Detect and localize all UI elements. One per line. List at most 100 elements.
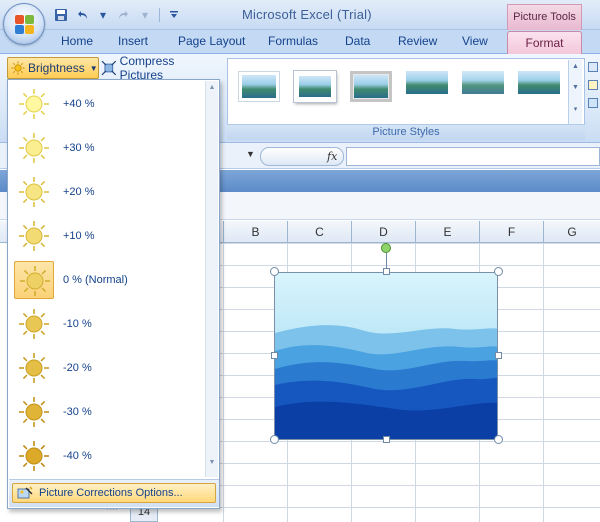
picture-tools-label: Picture Tools (507, 4, 582, 30)
resize-handle-right[interactable] (495, 352, 502, 359)
picture-style-thumb-5[interactable] (462, 71, 504, 102)
compress-pictures-button[interactable]: Compress Pictures (101, 54, 219, 82)
scroll-up-icon[interactable]: ▲ (206, 84, 218, 91)
column-header-e[interactable]: E (415, 221, 479, 243)
customize-qat-icon[interactable] (165, 6, 183, 24)
brightness-option-label: 0 % (Normal) (63, 274, 128, 286)
brightness-option[interactable]: 0 % (Normal) (12, 259, 207, 301)
brightness-option[interactable]: +40 % (12, 83, 207, 125)
brightness-dropdown: +40 % +30 % +20 % +10 % 0 % (Normal) -10 % -20… (7, 79, 220, 512)
compress-label: Compress Pictures (119, 54, 175, 82)
compress-icon (101, 60, 117, 76)
tab-view[interactable]: View (462, 34, 488, 48)
tab-page-layout[interactable]: Page Layout (178, 34, 245, 48)
ribbon-tab-row: Home Insert Page Layout Formulas Data Re… (0, 30, 600, 54)
sun-icon (14, 261, 54, 299)
chevron-down-icon: ▼ (89, 63, 98, 73)
resize-handle-top[interactable] (383, 268, 390, 275)
resize-handle-bottom-left[interactable] (270, 435, 279, 444)
brightness-option[interactable]: -20 % (12, 347, 207, 389)
brightness-option-label: -30 % (63, 406, 92, 418)
picture-style-thumb-1[interactable] (238, 71, 280, 102)
gallery-scrollbar[interactable]: ▲ ▼ ▾ (568, 60, 582, 124)
column-header-f[interactable]: F (479, 221, 543, 243)
insert-function-button[interactable]: fx (260, 147, 344, 166)
formula-input[interactable] (346, 147, 600, 166)
sun-icon (14, 393, 54, 431)
inserted-picture[interactable] (274, 272, 498, 440)
fx-label: fx (327, 150, 338, 163)
column-header-g[interactable]: G (543, 221, 600, 243)
brightness-option-label: +40 % (63, 98, 95, 110)
title-bar: ▾ ▾ Microsoft Excel (Trial) Picture Tool… (0, 0, 600, 30)
brightness-button[interactable]: Brightness ▼ (7, 57, 99, 79)
tab-formulas[interactable]: Formulas (268, 34, 318, 48)
scroll-down-icon[interactable]: ▼ (569, 84, 582, 91)
resize-handle-top-right[interactable] (494, 267, 503, 276)
picture-shape-icon[interactable] (588, 62, 598, 72)
undo-dropdown-icon[interactable]: ▾ (94, 6, 112, 24)
sun-icon (14, 173, 54, 211)
picture-style-thumb-4[interactable] (406, 71, 448, 102)
picture-styles-group-label: Picture Styles (227, 124, 585, 140)
resize-handle-left[interactable] (271, 352, 278, 359)
resize-handle-bottom[interactable] (383, 436, 390, 443)
picture-shape-tools (586, 58, 600, 126)
brightness-label: Brightness (28, 61, 85, 75)
brightness-option[interactable]: -40 % (12, 435, 207, 477)
rotate-handle[interactable] (381, 243, 391, 253)
rotate-connector (386, 252, 387, 269)
sun-icon (14, 129, 54, 167)
tab-data[interactable]: Data (345, 34, 370, 48)
picture-corrections-icon (17, 486, 33, 499)
brightness-option-label: +20 % (63, 186, 95, 198)
dropdown-scrollbar[interactable]: ▲ ▼ (205, 81, 218, 477)
brightness-icon (11, 61, 25, 75)
brightness-option[interactable]: -30 % (12, 391, 207, 433)
picture-styles-gallery (227, 58, 585, 126)
column-header-b[interactable]: B (223, 221, 287, 243)
qat-separator (159, 8, 160, 22)
tab-format[interactable]: Format (507, 31, 582, 54)
brightness-option[interactable]: +20 % (12, 171, 207, 213)
brightness-option[interactable]: +30 % (12, 127, 207, 169)
brightness-option-label: -10 % (63, 318, 92, 330)
undo-icon[interactable] (73, 6, 91, 24)
sun-icon (14, 305, 54, 343)
picture-effects-icon[interactable] (588, 98, 598, 108)
picture-style-thumb-6[interactable] (518, 71, 560, 102)
window-title: Microsoft Excel (Trial) (242, 7, 372, 22)
sun-icon (14, 437, 54, 475)
brightness-option[interactable]: -10 % (12, 303, 207, 345)
dropdown-footer: Picture Corrections Options... .... (9, 479, 219, 512)
tab-home[interactable]: Home (61, 34, 93, 48)
save-icon[interactable] (52, 6, 70, 24)
picture-border-icon[interactable] (588, 80, 598, 90)
office-logo-icon (15, 15, 35, 35)
sun-icon (14, 349, 54, 387)
picture-corrections-options-label: Picture Corrections Options... (39, 487, 183, 499)
name-box-dropdown-icon[interactable]: ▼ (246, 149, 255, 159)
redo-icon[interactable] (115, 6, 133, 24)
brightness-option-label: -20 % (63, 362, 92, 374)
resize-handle-bottom-right[interactable] (494, 435, 503, 444)
tab-review[interactable]: Review (398, 34, 437, 48)
column-header-d[interactable]: D (351, 221, 415, 243)
sun-icon (14, 85, 54, 123)
picture-style-thumb-2[interactable] (294, 71, 336, 102)
scroll-up-icon[interactable]: ▲ (569, 63, 582, 70)
tab-insert[interactable]: Insert (118, 34, 148, 48)
redo-dropdown-icon[interactable]: ▾ (136, 6, 154, 24)
picture-corrections-options-button[interactable]: Picture Corrections Options... (12, 483, 216, 503)
quick-access-toolbar: ▾ ▾ (52, 6, 183, 24)
resize-grip[interactable]: .... (106, 503, 119, 512)
gallery-more-icon[interactable]: ▾ (569, 105, 582, 113)
office-button[interactable] (3, 3, 45, 45)
brightness-option-label: +30 % (63, 142, 95, 154)
brightness-option[interactable]: +10 % (12, 215, 207, 257)
brightness-option-label: +10 % (63, 230, 95, 242)
scroll-down-icon[interactable]: ▼ (206, 459, 218, 466)
resize-handle-top-left[interactable] (270, 267, 279, 276)
column-header-c[interactable]: C (287, 221, 351, 243)
picture-style-thumb-3[interactable] (350, 71, 392, 102)
